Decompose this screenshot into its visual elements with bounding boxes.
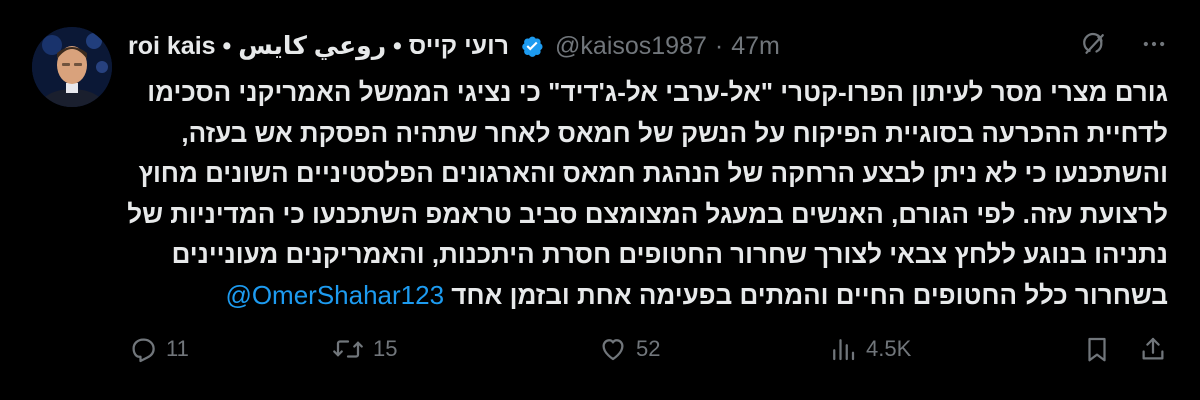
tweet-line: והשתכנעו כי לא ניתן לבצע הרחקה של הנהגת … (138, 158, 1168, 188)
avatar[interactable] (32, 27, 112, 107)
header-actions (1076, 26, 1172, 62)
separator-dot: · (714, 31, 724, 60)
tweet-card[interactable]: roi kais • רועי קייס • روعي كايس @kaisos… (0, 0, 1200, 400)
tweet-line: גורם מצרי מסר לעיתון הפרו-קטרי "אל-ערבי … (147, 77, 1168, 107)
like-button[interactable]: 52 (598, 334, 660, 364)
verified-badge-icon (517, 31, 547, 61)
like-count: 52 (636, 336, 661, 361)
reply-button[interactable]: 11 (128, 334, 189, 364)
views-button[interactable]: 4.5K (828, 334, 911, 364)
repost-button[interactable]: 15 (331, 334, 397, 364)
reply-icon (132, 338, 155, 363)
repost-icon (333, 340, 363, 358)
tweet-line: לדחיית ההכרעה בסוגיית הפיקוח על הנשק של … (181, 117, 1168, 148)
grok-icon[interactable] (1076, 26, 1112, 62)
reply-count: 11 (166, 336, 189, 361)
views-icon (833, 339, 855, 361)
tweet-line: נתניהו בנוגע ללחץ צבאי לצורך שחרור החטופ… (171, 239, 1168, 269)
bookmark-icon (1088, 337, 1106, 362)
tweet-line: לרצועת עזה. לפי הגורם, האנשים במעגל המצו… (127, 198, 1168, 229)
bookmark-button[interactable] (1082, 334, 1112, 364)
views-count: 4.5K (866, 336, 912, 361)
author-handle[interactable]: @kaisos1987 (555, 32, 707, 61)
tweet-actions: 11 15 52 4.5K (128, 334, 1168, 374)
tweet-line-last: בשחרור כלל החטופים החיים והמתים בפעימה א… (128, 275, 1168, 316)
timestamp[interactable]: 47m (731, 32, 780, 61)
share-icon (1142, 337, 1164, 360)
display-name[interactable]: roi kais • רועי קייס • روعي كايس (128, 31, 509, 61)
tweet-line-text: בשחרור כלל החטופים החיים והמתים בפעימה א… (451, 279, 1168, 310)
share-button[interactable] (1138, 334, 1168, 364)
more-icon[interactable] (1136, 26, 1172, 62)
avatar-photo (32, 27, 112, 107)
mention-link[interactable]: @OmerShahar123 (225, 280, 444, 310)
tweet-header: roi kais • רועי קייס • روعي كايس @kaisos… (128, 28, 780, 64)
repost-count: 15 (373, 336, 398, 361)
tweet-text: גורם מצרי מסר לעיתון הפרו-קטרי "אל-ערבי … (127, 72, 1168, 316)
like-icon (602, 339, 624, 361)
